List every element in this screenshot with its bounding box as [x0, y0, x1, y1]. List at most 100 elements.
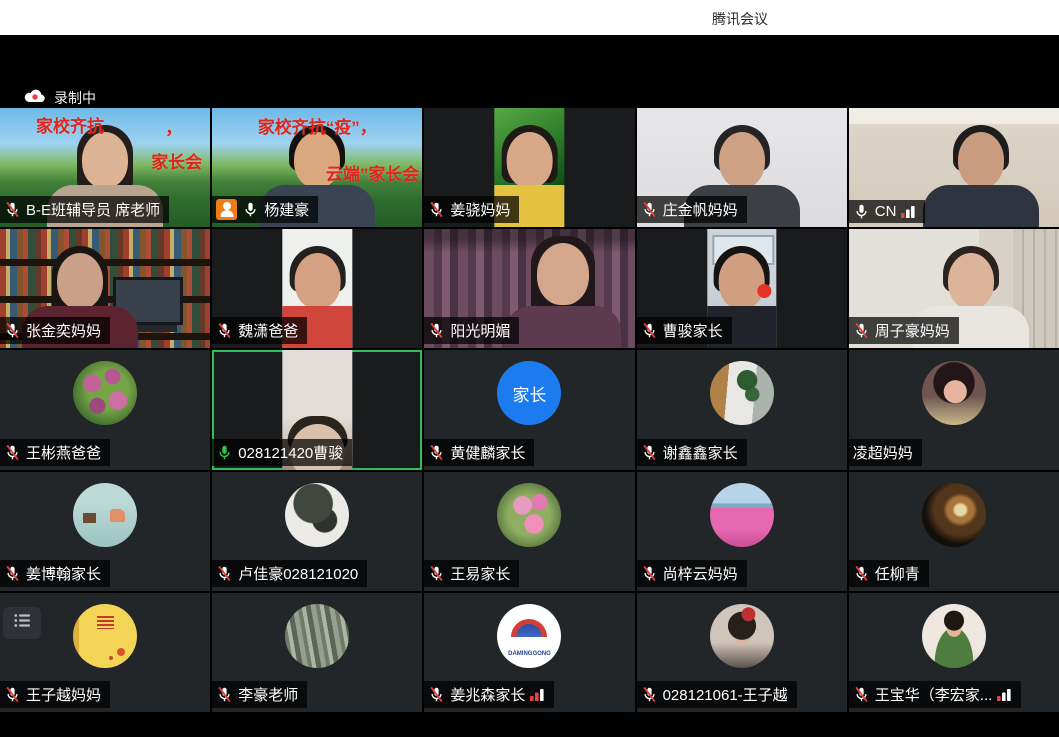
participant-name: 周子豪妈妈 [875, 320, 950, 341]
name-label: 姜兆森家长 [424, 681, 554, 708]
participant-tile[interactable]: 周子豪妈妈 [849, 229, 1059, 348]
avatar: DAMINGGONG [497, 604, 561, 668]
participant-name: 杨建豪 [264, 199, 309, 220]
avatar [922, 604, 986, 668]
participant-name: 卢佳豪028121020 [238, 563, 358, 584]
recording-label: 录制中 [54, 88, 96, 108]
mic-muted-icon [428, 686, 445, 703]
participant-name: 曹骏家长 [663, 320, 723, 341]
avatar [285, 604, 349, 668]
participant-tile[interactable]: 姜博翰家长 [0, 472, 210, 591]
participant-tile[interactable]: 028121061-王子越 [637, 593, 847, 712]
participant-tile[interactable]: CN [849, 108, 1059, 227]
avatar-text: DAMINGGONG [497, 651, 561, 657]
participant-grid: 家校齐抗，家长会 B-E班辅导员 席老师 家校齐抗“疫”，云端”家长会 杨建豪 … [0, 108, 1059, 712]
participant-tile[interactable]: 任柳青 [849, 472, 1059, 591]
name-label: 谢鑫鑫家长 [637, 439, 747, 466]
avatar [710, 483, 774, 547]
mic-muted-icon [641, 444, 658, 461]
mic-muted-icon [428, 201, 445, 218]
participant-tile[interactable]: 王子越妈妈 [0, 593, 210, 712]
avatar [73, 483, 137, 547]
name-label: 黄健麟家长 [424, 439, 534, 466]
name-label: 任柳青 [849, 560, 929, 587]
participant-name: 李豪老师 [238, 684, 298, 705]
mic-muted-icon [641, 565, 658, 582]
participant-tile[interactable]: 凌超妈妈 [849, 350, 1059, 469]
name-label: 王宝华（李宏家... [849, 681, 1022, 708]
participant-tile[interactable]: 家长 黄健麟家长 [424, 350, 634, 469]
person-silhouette [916, 127, 1046, 227]
participant-name: 庄金帆妈妈 [663, 199, 738, 220]
mic-muted-icon [428, 322, 445, 339]
participant-name: 王宝华（李宏家... [875, 684, 993, 705]
member-list-button[interactable] [3, 607, 41, 639]
participant-tile[interactable]: 王易家长 [424, 472, 634, 591]
avatar [710, 604, 774, 668]
face [719, 132, 765, 188]
mic-muted-icon [853, 322, 870, 339]
participant-name: 张金奕妈妈 [26, 320, 101, 341]
participant-name: 黄健麟家长 [450, 442, 525, 463]
participant-tile[interactable]: 028121420曹骏 [212, 350, 422, 469]
participant-name: 028121061-王子越 [663, 684, 788, 705]
avatar [73, 361, 137, 425]
participant-tile[interactable]: 姜骁妈妈 [424, 108, 634, 227]
banner-text: ， [165, 114, 182, 139]
signal-strength-icon [997, 688, 1012, 701]
participant-tile[interactable]: 家校齐抗，家长会 B-E班辅导员 席老师 [0, 108, 210, 227]
face [82, 132, 128, 188]
participant-tile[interactable]: 王宝华（李宏家... [849, 593, 1059, 712]
participant-name: 阳光明媚 [450, 320, 510, 341]
mic-muted-icon [428, 565, 445, 582]
participant-tile[interactable]: 尚梓云妈妈 [637, 472, 847, 591]
meeting-stage: 录制中 家校齐抗，家长会 B-E班辅导员 席老师 家校齐抗“疫”，云端”家长会 … [0, 35, 1059, 737]
name-label: 庄金帆妈妈 [637, 196, 747, 223]
avatar [285, 483, 349, 547]
avatar [922, 361, 986, 425]
participant-tile[interactable]: 庄金帆妈妈 [637, 108, 847, 227]
mic-muted-icon [853, 565, 870, 582]
name-label: 028121061-王子越 [637, 681, 797, 708]
participant-tile[interactable]: 卢佳豪028121020 [212, 472, 422, 591]
mic-muted-icon [216, 565, 233, 582]
participant-name: 魏潇爸爸 [238, 320, 298, 341]
participant-tile[interactable]: 曹骏家长 [637, 229, 847, 348]
participant-name: 王彬燕爸爸 [26, 442, 101, 463]
window-titlebar[interactable]: 腾讯会议 [0, 0, 1059, 35]
banner-text: 家长会 [151, 148, 202, 173]
member-list-icon [14, 613, 31, 633]
name-label: 周子豪妈妈 [849, 317, 959, 344]
mic-icon [242, 201, 259, 218]
mic-speaking-icon [216, 444, 233, 461]
name-label: 王子越妈妈 [0, 681, 110, 708]
participant-tile[interactable]: 家校齐抗“疫”，云端”家长会 杨建豪 [212, 108, 422, 227]
face [537, 243, 589, 305]
mic-muted-icon [4, 201, 21, 218]
participant-tile[interactable]: 张金奕妈妈 [0, 229, 210, 348]
avatar [922, 483, 986, 547]
name-label: 王彬燕爸爸 [0, 439, 110, 466]
name-label: 张金奕妈妈 [0, 317, 110, 344]
participant-name: 王易家长 [450, 563, 510, 584]
participant-name: 凌超妈妈 [853, 442, 913, 463]
cloud-record-icon [24, 88, 45, 108]
mic-muted-icon [428, 444, 445, 461]
participant-name: B-E班辅导员 席老师 [26, 199, 160, 220]
participant-name: 姜博翰家长 [26, 563, 101, 584]
participant-tile[interactable]: 魏潇爸爸 [212, 229, 422, 348]
mic-muted-icon [641, 686, 658, 703]
avatar-text: 家长 [512, 381, 546, 406]
participant-tile[interactable]: 王彬燕爸爸 [0, 350, 210, 469]
mic-muted-icon [4, 565, 21, 582]
participant-name: 谢鑫鑫家长 [663, 442, 738, 463]
participant-tile[interactable]: 阳光明媚 [424, 229, 634, 348]
participant-tile[interactable]: 李豪老师 [212, 593, 422, 712]
mic-muted-icon [4, 686, 21, 703]
face [948, 253, 994, 309]
mic-muted-icon [4, 444, 21, 461]
participant-tile[interactable]: 谢鑫鑫家长 [637, 350, 847, 469]
face [57, 253, 103, 309]
participant-tile[interactable]: DAMINGGONG 姜兆森家长 [424, 593, 634, 712]
face [506, 132, 552, 188]
